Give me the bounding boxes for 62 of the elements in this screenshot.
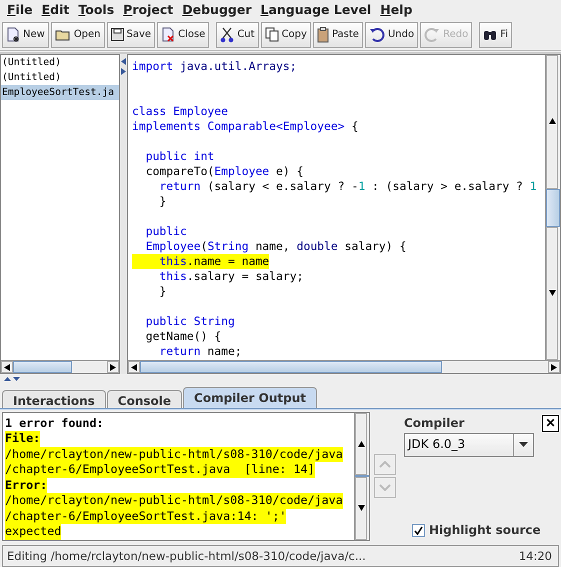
up-arrow-icon — [358, 440, 364, 448]
scrollbar-thumb[interactable] — [546, 188, 560, 227]
toolbar-button[interactable]: Undo — [364, 22, 418, 48]
vertical-scrollbar[interactable] — [354, 412, 369, 540]
checkbox[interactable] — [412, 524, 425, 537]
menu-item[interactable]: Language Level — [258, 2, 378, 18]
up-arrow-icon — [548, 118, 556, 126]
close-button[interactable]: ✕ — [542, 414, 559, 432]
menu-item[interactable]: Debugger — [179, 2, 258, 18]
binoculars-icon — [483, 28, 498, 42]
toolbar-button[interactable]: Open — [50, 22, 105, 48]
redo-icon — [424, 26, 440, 43]
toolbar-button[interactable]: Close — [157, 22, 210, 48]
undo-icon — [368, 26, 385, 43]
tab[interactable]: Console — [106, 390, 182, 408]
status-message: Editing /home/rclayton/new-public-html/s08-310/code/java/c... — [7, 549, 366, 564]
cursor-position: 14:20 — [518, 549, 552, 564]
scissors-icon — [220, 26, 234, 43]
down-arrow-icon — [358, 505, 364, 512]
split-up-icon[interactable] — [4, 377, 11, 382]
compiler-dropdown[interactable]: JDK 6.0_3 — [404, 432, 534, 457]
horizontal-scrollbar[interactable] — [128, 360, 560, 374]
down-arrow-icon — [548, 290, 556, 297]
up-chevron-icon — [379, 460, 391, 468]
document-item[interactable]: EmployeeSortTest.ja — [1, 85, 119, 100]
menu-item[interactable]: Project — [120, 2, 180, 18]
code-editor[interactable] — [128, 55, 545, 360]
toolbar-button[interactable]: Cut — [216, 22, 259, 48]
document-item[interactable]: (Untitled) — [1, 70, 119, 86]
tab[interactable]: Interactions — [2, 390, 106, 408]
dropdown-arrow-icon — [519, 442, 528, 448]
menu-item[interactable]: Tools — [75, 2, 120, 18]
close-file-icon — [161, 26, 176, 43]
output-line: 1 error found: — [5, 416, 104, 432]
scrollbar-thumb[interactable] — [13, 361, 72, 374]
toolbar-button[interactable]: New — [2, 22, 49, 48]
left-arrow-icon — [130, 364, 138, 371]
copy-icon — [264, 27, 279, 42]
tab[interactable]: Compiler Output — [183, 386, 317, 408]
toolbar-button[interactable]: Fi — [479, 22, 512, 48]
toolbar-button[interactable]: Copy — [260, 22, 311, 48]
vertical-scrollbar[interactable] — [545, 55, 560, 360]
folder-icon — [54, 28, 71, 41]
document-item[interactable]: (Untitled) — [1, 55, 119, 70]
scrollbar-thumb[interactable] — [140, 361, 442, 374]
split-down-icon[interactable] — [13, 377, 20, 382]
save-icon — [110, 28, 124, 42]
left-arrow-icon — [4, 364, 10, 371]
scrollbar-thumb[interactable] — [355, 475, 369, 478]
menu-item[interactable]: Help — [377, 2, 418, 18]
horizontal-scrollbar[interactable] — [1, 360, 119, 374]
menu-item[interactable]: Edit — [38, 2, 76, 18]
clipboard-icon — [316, 26, 329, 43]
toolbar-button[interactable]: Save — [106, 22, 156, 48]
compiler-label: Compiler — [404, 416, 464, 430]
right-arrow-icon — [110, 364, 116, 371]
down-chevron-icon — [379, 484, 391, 491]
new-file-icon — [6, 26, 20, 43]
menu-item[interactable]: File — [4, 2, 39, 18]
checkbox-label: Highlight source — [429, 523, 541, 538]
toolbar-button[interactable]: Paste — [312, 22, 363, 48]
right-arrow-icon — [550, 364, 558, 371]
